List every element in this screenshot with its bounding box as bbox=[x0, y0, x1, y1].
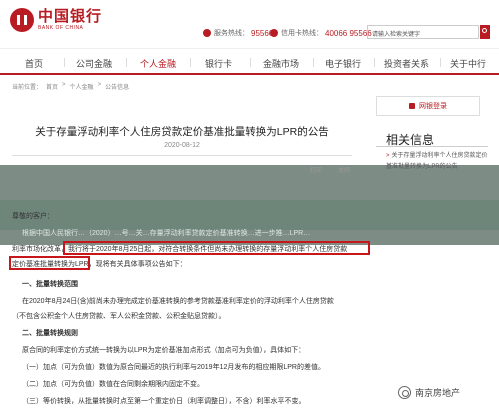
paragraph-line: 利率市场化改革，我行将于2020年8月25日起，对符合转换条件但尚未办理转换的存… bbox=[12, 244, 347, 254]
search-button[interactable] bbox=[480, 25, 490, 39]
article-title: 关于存量浮动利率个人住房贷款定价基准批量转换为LPR的公告 bbox=[35, 126, 329, 138]
paragraph-line: （一）加点（可为负值）数值为原合同最近的执行利率与2019年12月发布的相应期限… bbox=[22, 364, 325, 371]
nav-item-personal[interactable]: 个人金融 bbox=[140, 57, 176, 70]
section-heading: 二、批量转换规则 bbox=[22, 330, 78, 337]
article-date: 2020-08-12 bbox=[164, 142, 200, 149]
close-link[interactable]: 关闭 bbox=[338, 165, 350, 174]
nav-divider bbox=[126, 58, 127, 67]
greeting: 尊敬的客户： bbox=[12, 213, 54, 220]
nav-item-corporate[interactable]: 公司金融 bbox=[76, 57, 112, 70]
paragraph-text: ，现将有关具体事项公告如下： bbox=[88, 261, 187, 268]
logo-en: BANK OF CHINA bbox=[38, 25, 84, 31]
logo-cn: 中国银行 bbox=[38, 7, 103, 25]
breadcrumb-separator: > bbox=[62, 82, 66, 88]
phone-icon bbox=[203, 29, 211, 37]
related-link-text: 关于存量浮动利率个人住房贷款定价基准批量转换为LPR的公告 bbox=[386, 153, 488, 170]
related-divider bbox=[376, 146, 488, 147]
nav-item-markets[interactable]: 金融市场 bbox=[263, 57, 299, 70]
search-input[interactable]: 请输入检索关键字 bbox=[367, 25, 479, 39]
nav-item-about[interactable]: 关于中行 bbox=[450, 57, 486, 70]
nav-divider bbox=[313, 58, 314, 67]
nav-divider bbox=[374, 58, 375, 67]
highlighted-text: 我行将于2020年8月25日起，对符合转换条件但尚未办理转换的存量浮动利率个人住… bbox=[68, 246, 348, 253]
paragraph-line: 在2020年8月24日(含)前尚未办理完成定价基准转换的参考贷款基准利率定价的浮… bbox=[22, 298, 334, 305]
nav-item-home[interactable]: 首页 bbox=[25, 57, 43, 70]
login-label: 网银登录 bbox=[419, 103, 447, 110]
main-nav: 首页 公司金融 个人金融 银行卡 金融市场 电子银行 投资者关系 关于中行 bbox=[0, 48, 499, 75]
breadcrumb-notices[interactable]: 公告信息 bbox=[105, 82, 129, 91]
paragraph-line: （三）等价转换，从批量转换时点至第一个重定价日（利率调整日），不含）利率水平不变… bbox=[22, 398, 306, 405]
card-number: 40066 95566 bbox=[325, 28, 372, 38]
nav-divider bbox=[440, 58, 441, 67]
paragraph-line: 定价基准批量转换为LPR，现将有关具体事项公告如下： bbox=[12, 259, 187, 269]
nav-divider bbox=[190, 58, 191, 67]
breadcrumb-home[interactable]: 首页 bbox=[46, 82, 58, 91]
breadcrumb-separator: > bbox=[97, 82, 102, 88]
search-icon bbox=[482, 28, 487, 33]
print-link[interactable]: 打印 bbox=[310, 165, 322, 174]
card-label: 信用卡热线： bbox=[281, 30, 323, 37]
service-hotline: 服务热线： 95566 bbox=[203, 28, 273, 38]
logo-text: 中国银行 BANK OF CHINA bbox=[38, 9, 102, 31]
nav-divider bbox=[64, 58, 65, 67]
highlighted-text: 定价基准批量转换为LPR bbox=[12, 261, 89, 268]
section-heading: 一、批量转换范围 bbox=[22, 281, 78, 288]
paragraph-line: 根据中国人民银行…（2020）…号…关…存量浮动利率贷款定价基准转换…进一步推…… bbox=[22, 230, 311, 237]
wechat-watermark: 南京房地产 bbox=[398, 386, 460, 399]
related-link[interactable]: > 关于存量浮动利率个人住房贷款定价基准批量转换为LPR的公告 bbox=[386, 151, 490, 173]
nav-divider bbox=[250, 58, 251, 67]
paragraph-line: 原合同的利率定价方式统一转换为以LPR为定价基准加点形式（加点可为负值），具体如… bbox=[22, 347, 306, 354]
top-header: 中国银行 BANK OF CHINA 服务热线： 95566 信用卡热线： 40… bbox=[0, 0, 499, 48]
paragraph-text: 利率市场化改革， bbox=[12, 246, 68, 253]
wechat-icon bbox=[398, 386, 411, 399]
bank-logo[interactable]: 中国银行 BANK OF CHINA bbox=[10, 8, 102, 32]
paragraph-line: （二）加点（可为负值）数值在合同剩余期限内固定不变。 bbox=[22, 381, 204, 388]
breadcrumb-personal[interactable]: 个人金融 bbox=[70, 82, 94, 91]
breadcrumb: 当前位置： 首页 > 个人金融 > 公告信息 bbox=[12, 82, 129, 91]
lock-icon bbox=[409, 103, 415, 109]
nav-item-ebanking[interactable]: 电子银行 bbox=[325, 57, 361, 70]
service-label: 服务热线： bbox=[214, 30, 249, 37]
bullet-icon: > bbox=[386, 153, 390, 159]
breadcrumb-label: 当前位置： bbox=[12, 85, 43, 91]
card-hotline: 信用卡热线： 40066 95566 bbox=[270, 28, 372, 38]
ebank-login-button[interactable]: 网银登录 bbox=[376, 96, 480, 116]
title-divider bbox=[12, 155, 352, 156]
nav-item-cards[interactable]: 银行卡 bbox=[205, 57, 232, 70]
image-overlay-band bbox=[0, 200, 499, 230]
phone-icon bbox=[270, 29, 278, 37]
bank-logo-icon bbox=[10, 8, 34, 32]
paragraph-line: （不包含公积金个人住房贷款、军人公积金贷款、公积金贴息贷款）。 bbox=[12, 313, 226, 320]
wechat-account: 南京房地产 bbox=[415, 388, 461, 398]
nav-item-investors[interactable]: 投资者关系 bbox=[384, 57, 429, 70]
